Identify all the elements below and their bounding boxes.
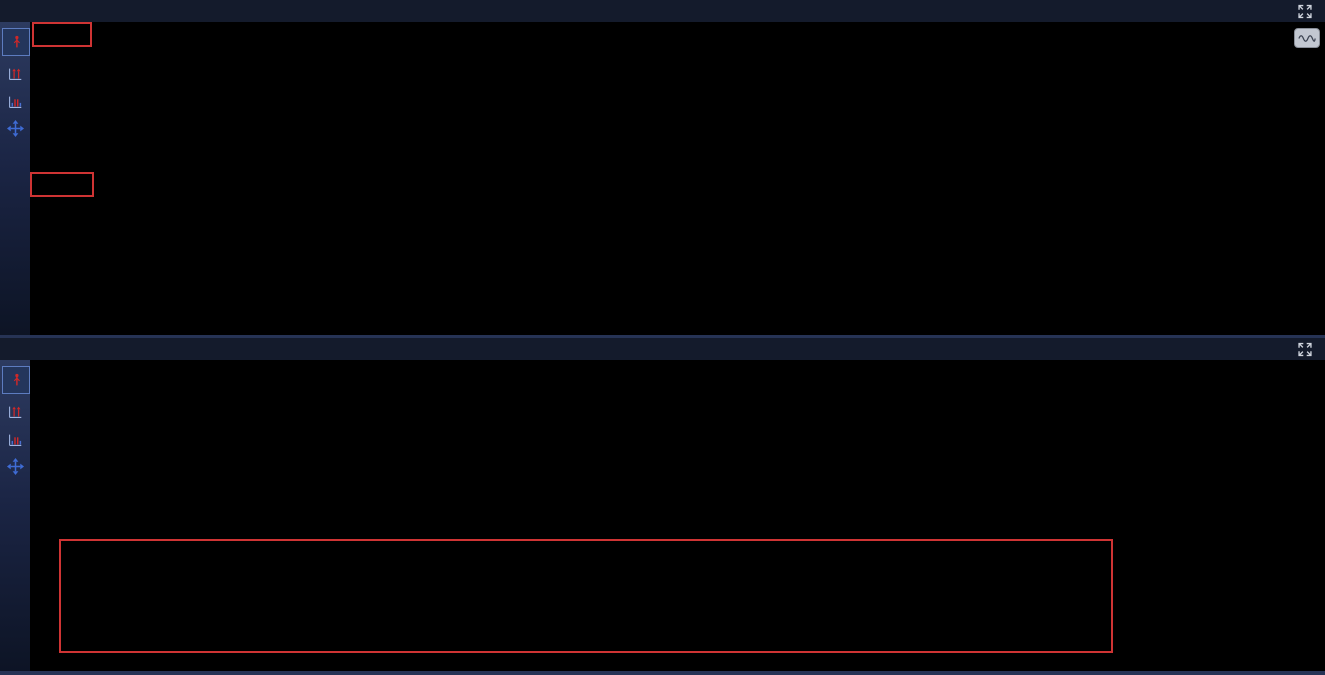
- spectrum-panel-toolbar: [0, 360, 30, 672]
- panel-separator: [0, 335, 1325, 338]
- time-panel-toolbar: [0, 22, 30, 335]
- peak-marks-tool-button[interactable]: [2, 428, 28, 452]
- pan-tool-button[interactable]: [2, 116, 28, 140]
- expand-icon[interactable]: [1295, 3, 1315, 20]
- peak-marks-tool-button[interactable]: [2, 90, 28, 114]
- bottom-border: [0, 671, 1325, 675]
- time-panel-header: [0, 0, 1325, 22]
- peak-bars-icon: [6, 431, 24, 449]
- pan-tool-button[interactable]: [2, 454, 28, 478]
- harmonic-cursor-icon: [6, 403, 24, 421]
- harmonic-cursor-icon: [6, 65, 24, 83]
- spectrum-panel-header: [0, 338, 1325, 360]
- expand-icon[interactable]: [1295, 341, 1315, 358]
- ymax-annotation-box: [32, 22, 92, 47]
- single-cursor-icon: [7, 371, 25, 389]
- harmonic-cursor-tool-button[interactable]: [2, 400, 28, 424]
- ymax2-annotation-box: [30, 172, 94, 197]
- waveform-thumbnail-button[interactable]: [1294, 28, 1320, 48]
- mini-wave-icon: [1298, 34, 1316, 43]
- pan-move-icon: [6, 457, 25, 476]
- peak-bars-icon: [6, 93, 24, 111]
- time-plot-area[interactable]: [30, 22, 1325, 335]
- pan-move-icon: [6, 119, 25, 138]
- before-repair-region-box: [59, 539, 1113, 653]
- vibration-analysis-app: [0, 0, 1325, 675]
- cursor-tool-button[interactable]: [2, 28, 30, 56]
- cursor-tool-button[interactable]: [2, 366, 30, 394]
- single-cursor-icon: [7, 33, 25, 51]
- harmonic-cursor-tool-button[interactable]: [2, 62, 28, 86]
